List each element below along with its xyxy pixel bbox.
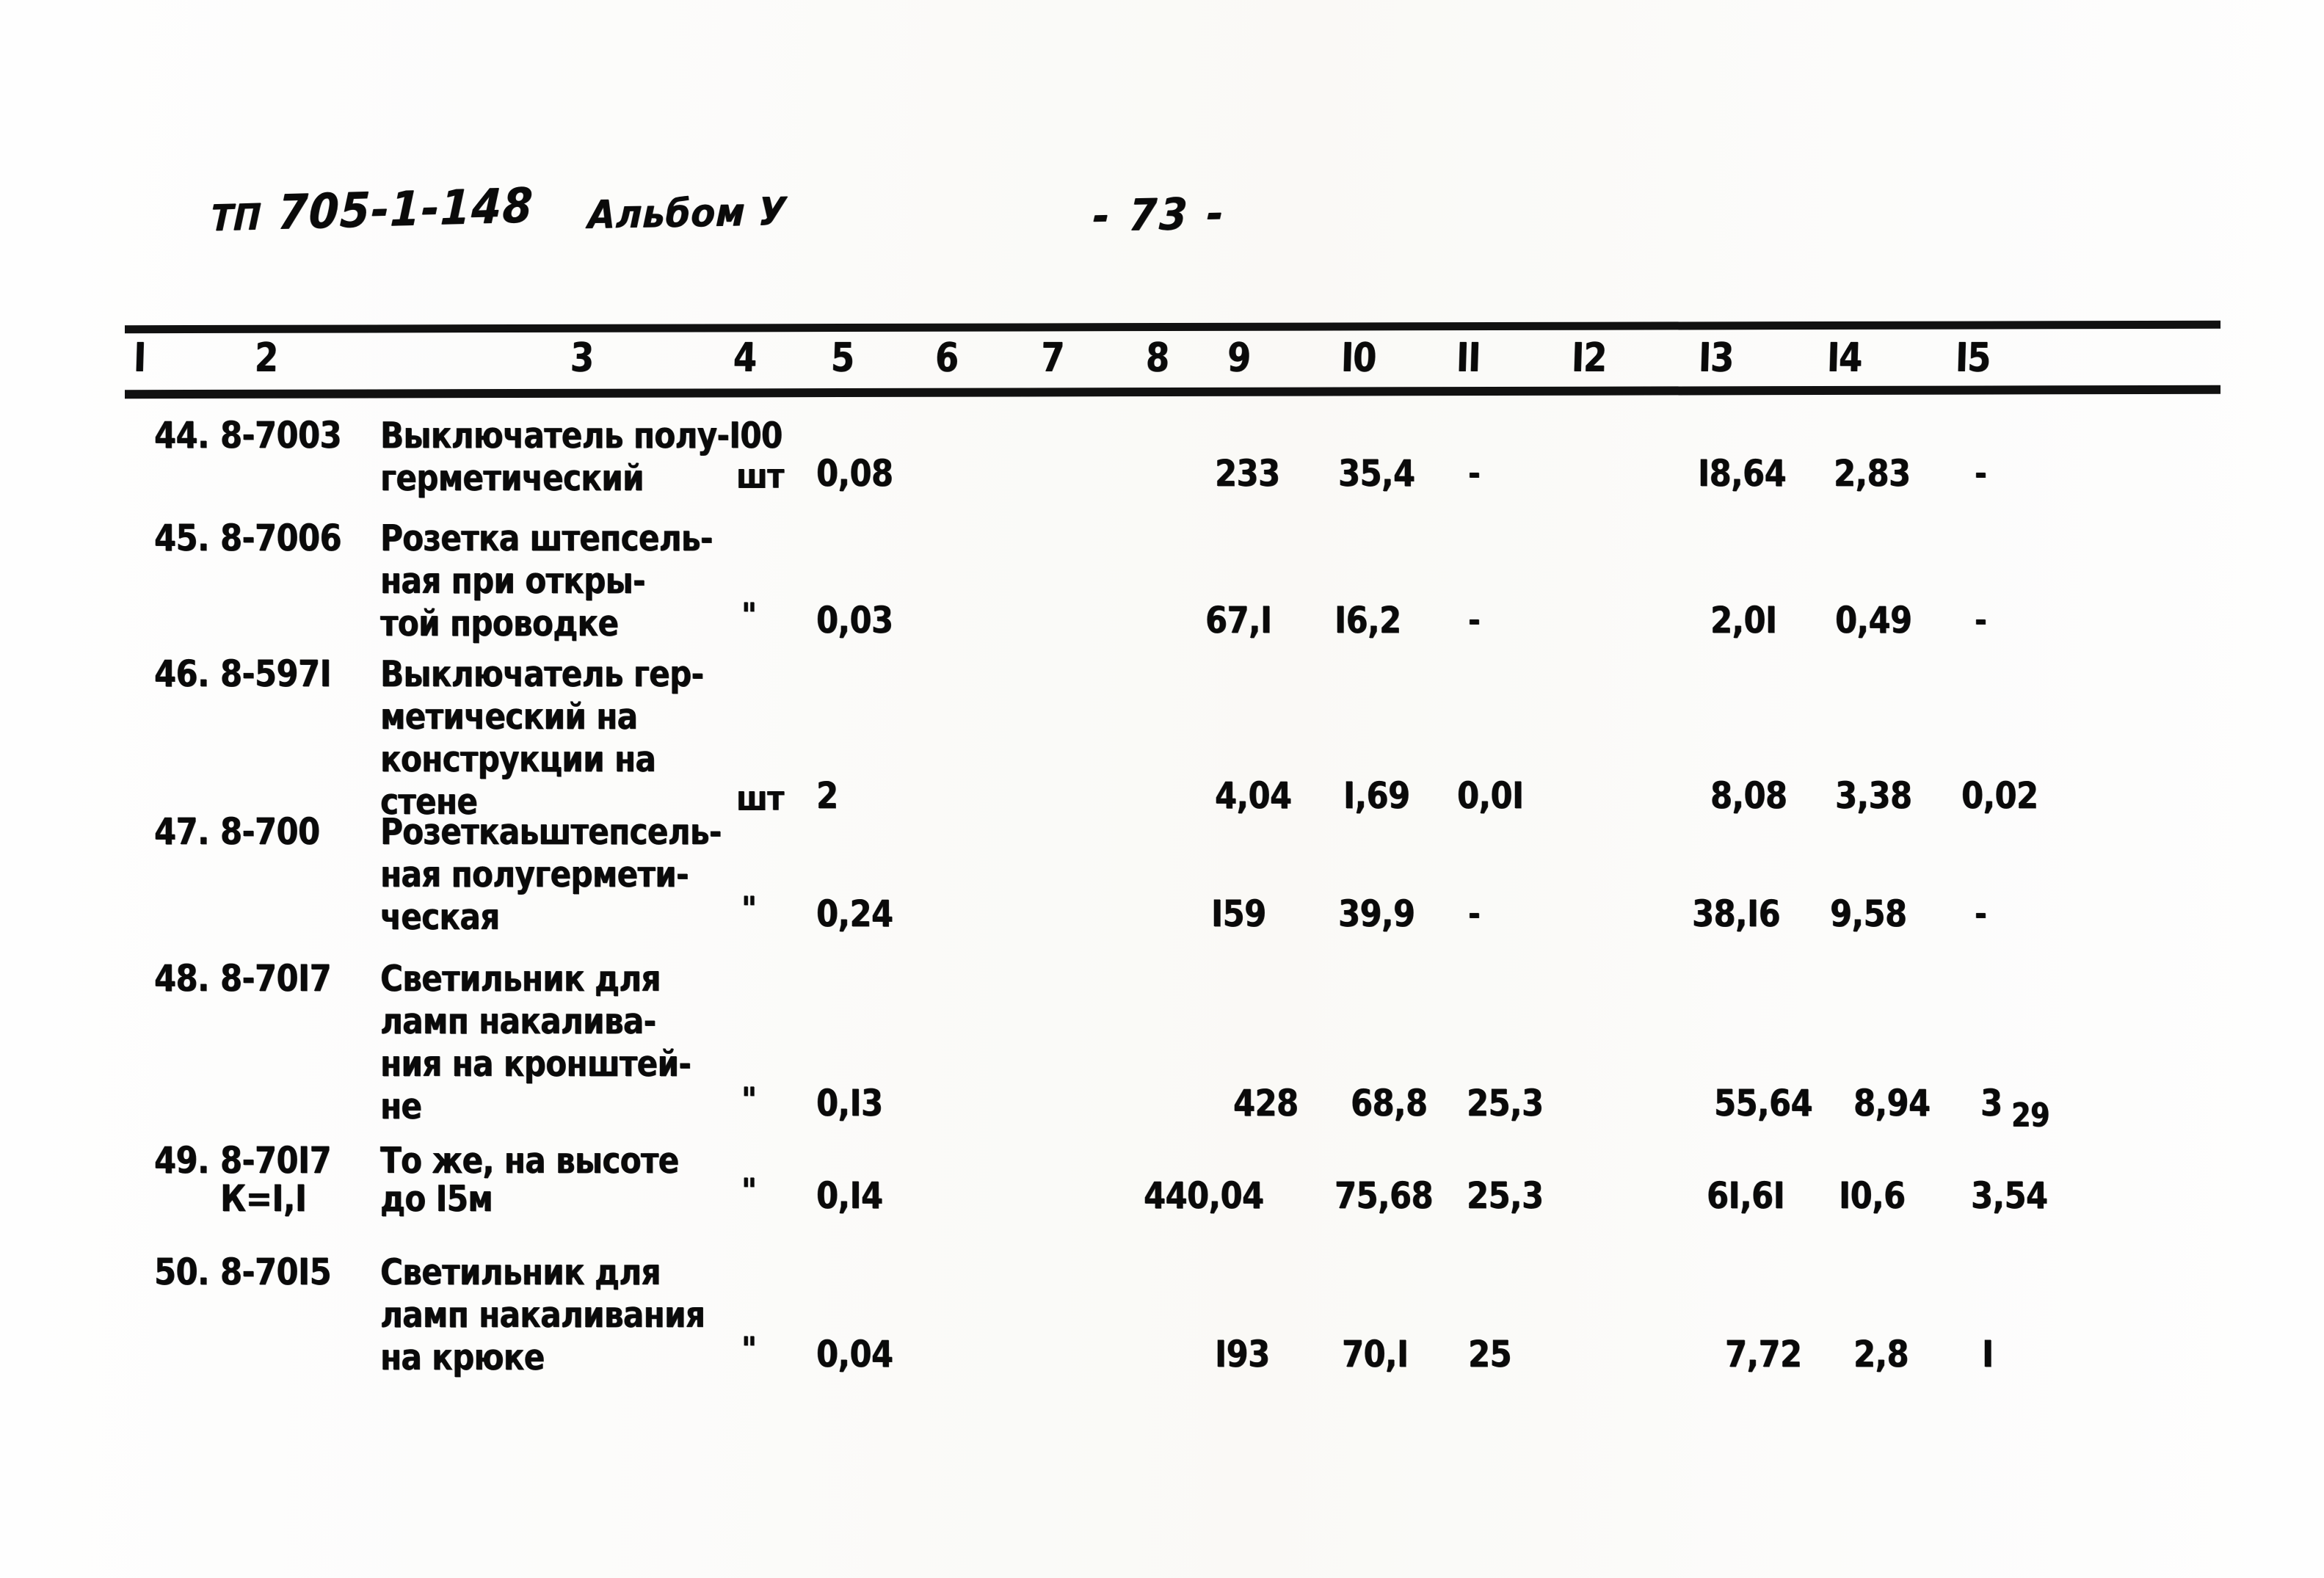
row-col15: 0,02 <box>1961 774 2038 818</box>
data-table: I 2 3 4 5 6 7 8 9 I0 II I2 I3 I4 I5 44. … <box>0 0 2324 1578</box>
column-number-14: I4 <box>1826 334 1863 381</box>
row-unit: " <box>741 890 757 930</box>
row-col10: I,69 <box>1343 774 1410 818</box>
column-number-8: 8 <box>1145 334 1170 381</box>
row-col5: 0,08 <box>816 452 893 495</box>
column-number-13: I3 <box>1698 334 1735 381</box>
row-col13: 55,64 <box>1714 1082 1813 1125</box>
row-index: 44. <box>154 414 209 457</box>
column-number-6: 6 <box>934 334 959 381</box>
row-col15-tail: 29 <box>2011 1097 2050 1135</box>
column-number-12: I2 <box>1571 334 1608 381</box>
row-col13: 38,I6 <box>1692 892 1781 936</box>
column-number-7: 7 <box>1040 334 1065 381</box>
row-unit: шт <box>736 779 784 819</box>
row-col15: 3,54 <box>1971 1174 2048 1218</box>
row-unit: шт <box>736 457 784 497</box>
row-index: 49. <box>154 1139 209 1182</box>
row-col9: 440,04 <box>1144 1174 1264 1218</box>
row-col11: 25 <box>1468 1333 1512 1376</box>
row-col9: I59 <box>1211 892 1266 936</box>
row-code: 8-700 <box>220 810 320 854</box>
row-col9: 67,I <box>1205 599 1272 642</box>
row-unit: " <box>741 596 757 636</box>
row-col14: 0,49 <box>1835 599 1912 642</box>
row-code: 8-7003 <box>220 414 342 457</box>
row-col9: 233 <box>1215 452 1280 495</box>
row-col10: 68,8 <box>1351 1082 1428 1125</box>
row-col11: - <box>1468 894 1481 934</box>
column-number-5: 5 <box>830 334 855 381</box>
row-index: 48. <box>154 957 209 1000</box>
column-number-10: I0 <box>1340 334 1377 381</box>
row-name-line: до I5м <box>380 1177 493 1220</box>
row-col9: I93 <box>1215 1333 1270 1376</box>
row-code: 8-70I5 <box>220 1251 332 1294</box>
column-number-15: I5 <box>1955 334 1991 381</box>
row-index: 46. <box>154 652 209 696</box>
row-col10: 35,4 <box>1338 452 1415 495</box>
row-code: 8-597I <box>220 652 332 696</box>
row-code: 8-70I7 <box>220 957 332 1000</box>
row-code: 8-7006 <box>220 517 342 560</box>
row-unit: " <box>741 1171 757 1212</box>
row-col11: - <box>1468 600 1481 641</box>
row-name-line: ческая <box>380 895 500 938</box>
document-page: ТП 705-1-148 Альбом У - 73 - I 2 3 4 5 6… <box>0 0 2324 1578</box>
row-col15: - <box>1975 894 1987 934</box>
row-index: 47. <box>154 810 209 854</box>
row-col15: - <box>1975 454 1987 494</box>
row-index: 45. <box>154 517 209 560</box>
row-col14: 8,94 <box>1853 1082 1931 1125</box>
column-number-2: 2 <box>254 334 279 381</box>
row-col14: I0,6 <box>1839 1174 1906 1218</box>
row-col13: 8,08 <box>1710 774 1787 818</box>
column-number-3: 3 <box>570 334 595 381</box>
column-number-4: 4 <box>733 334 758 381</box>
row-col14: 9,58 <box>1830 892 1907 936</box>
row-col11: 0,0I <box>1457 774 1524 818</box>
row-col14: 2,8 <box>1853 1333 1909 1376</box>
row-col15: - <box>1975 600 1987 641</box>
row-col13: 6I,6I <box>1707 1174 1785 1218</box>
row-name-line: той проводке <box>380 602 619 644</box>
row-col10: 75,68 <box>1335 1174 1434 1218</box>
row-col9: 428 <box>1233 1082 1299 1125</box>
row-name-line: герметический <box>380 457 644 499</box>
column-number-11: II <box>1456 334 1481 381</box>
column-number-1: I <box>133 334 147 381</box>
row-col11: - <box>1468 454 1481 494</box>
row-col13: 7,72 <box>1725 1333 1802 1376</box>
row-col14: 2,83 <box>1834 452 1911 495</box>
row-name-line: не <box>380 1085 422 1127</box>
row-col5: 0,I4 <box>816 1174 883 1218</box>
row-col10: 70,I <box>1342 1333 1409 1376</box>
row-col15: I <box>1982 1333 1994 1376</box>
row-name-line: ния на кронштей- <box>380 1042 691 1085</box>
row-col5: 2 <box>816 774 838 818</box>
row-col10: 39,9 <box>1338 892 1415 936</box>
row-code-line2: К=I,I <box>220 1177 307 1221</box>
row-unit: " <box>741 1330 757 1370</box>
row-col5: 0,03 <box>816 599 893 642</box>
row-col14: 3,38 <box>1835 774 1912 818</box>
row-col13: I8,64 <box>1698 452 1787 495</box>
row-col15: 3 <box>1980 1082 2002 1125</box>
row-col5: 0,I3 <box>816 1082 883 1125</box>
row-col11: 25,3 <box>1467 1174 1544 1218</box>
row-unit: " <box>741 1080 757 1121</box>
row-col9: 4,04 <box>1215 774 1292 818</box>
row-col11: 25,3 <box>1467 1082 1544 1125</box>
row-col13: 2,0I <box>1710 599 1777 642</box>
row-col5: 0,04 <box>816 1333 893 1376</box>
column-number-9: 9 <box>1227 334 1252 381</box>
row-index: 50. <box>154 1251 209 1294</box>
row-col10: I6,2 <box>1335 599 1401 642</box>
row-name-line: на крюке <box>380 1336 545 1378</box>
table-column-numbers: I 2 3 4 5 6 7 8 9 I0 II I2 I3 I4 I5 <box>0 334 2324 388</box>
table-rule-top <box>124 320 2221 334</box>
row-col5: 0,24 <box>816 892 893 936</box>
